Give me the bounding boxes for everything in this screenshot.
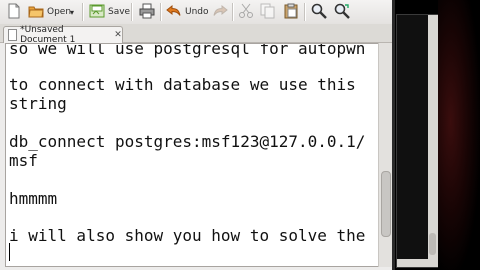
toolbar-separator — [232, 3, 233, 21]
text-line: hmmmm — [9, 189, 58, 208]
redo-icon — [212, 3, 228, 22]
text-line: to connect with database we use this — [9, 75, 356, 94]
background-window-bottom-bar — [397, 259, 439, 267]
save-label: Save — [108, 7, 131, 17]
print-icon — [139, 3, 155, 22]
undo-icon — [166, 3, 182, 22]
vertical-scrollbar[interactable] — [378, 43, 392, 267]
text-editor-window: Open ▾ Save Undo *Unsaved Document 1 ✕ s… — [0, 0, 395, 270]
undo-button[interactable]: Undo — [166, 2, 209, 22]
undo-label: Undo — [185, 7, 209, 17]
text-cursor — [9, 243, 10, 261]
toolbar-separator — [82, 3, 83, 21]
find-replace-icon — [334, 3, 350, 22]
background-window[interactable] — [396, 14, 440, 268]
background-scrollbar[interactable] — [428, 15, 438, 265]
text-line: so we will use postgresql for autopwn — [9, 43, 366, 58]
toolbar: Open ▾ Save Undo — [0, 0, 395, 25]
redo-button[interactable] — [212, 2, 228, 22]
open-button[interactable]: Open — [28, 2, 71, 22]
scrollbar-thumb[interactable] — [381, 171, 391, 237]
tab-unsaved-document[interactable]: *Unsaved Document 1 ✕ — [3, 25, 123, 45]
open-folder-icon — [28, 3, 44, 22]
copy-icon — [260, 3, 276, 22]
find-button[interactable] — [311, 2, 327, 22]
save-button[interactable]: Save — [89, 2, 130, 22]
toolbar-separator — [131, 3, 132, 21]
open-label: Open — [47, 7, 72, 17]
desktop-wallpaper — [438, 0, 480, 270]
tab-title: *Unsaved Document 1 — [20, 25, 76, 45]
save-icon — [89, 3, 105, 22]
close-icon[interactable]: ✕ — [114, 30, 122, 40]
toolbar-separator — [160, 3, 161, 21]
text-line: i will also show you how to solve the — [9, 226, 366, 245]
copy-button[interactable] — [260, 2, 276, 22]
new-button[interactable] — [6, 2, 22, 22]
paste-button[interactable] — [283, 2, 299, 22]
print-button[interactable] — [139, 2, 155, 22]
find-icon — [311, 3, 327, 22]
cut-button[interactable] — [238, 2, 254, 22]
paste-icon — [283, 3, 299, 22]
document-tab-bar: *Unsaved Document 1 ✕ — [0, 24, 395, 45]
find-replace-button[interactable] — [334, 2, 350, 22]
text-line: db_connect postgres:msf123@127.0.0.1/ — [9, 132, 366, 151]
open-dropdown[interactable]: ▾ — [70, 2, 74, 22]
text-line: string — [9, 94, 67, 113]
text-line: msf — [9, 151, 38, 170]
chevron-down-icon: ▾ — [70, 7, 75, 17]
text-area[interactable]: so we will use postgresql for autopwn to… — [5, 43, 379, 267]
toolbar-separator — [304, 3, 305, 21]
cut-icon — [238, 3, 254, 22]
window-border — [392, 0, 395, 270]
document-icon — [8, 29, 18, 41]
new-document-icon — [6, 3, 22, 22]
background-scrollbar-thumb[interactable] — [429, 233, 436, 255]
